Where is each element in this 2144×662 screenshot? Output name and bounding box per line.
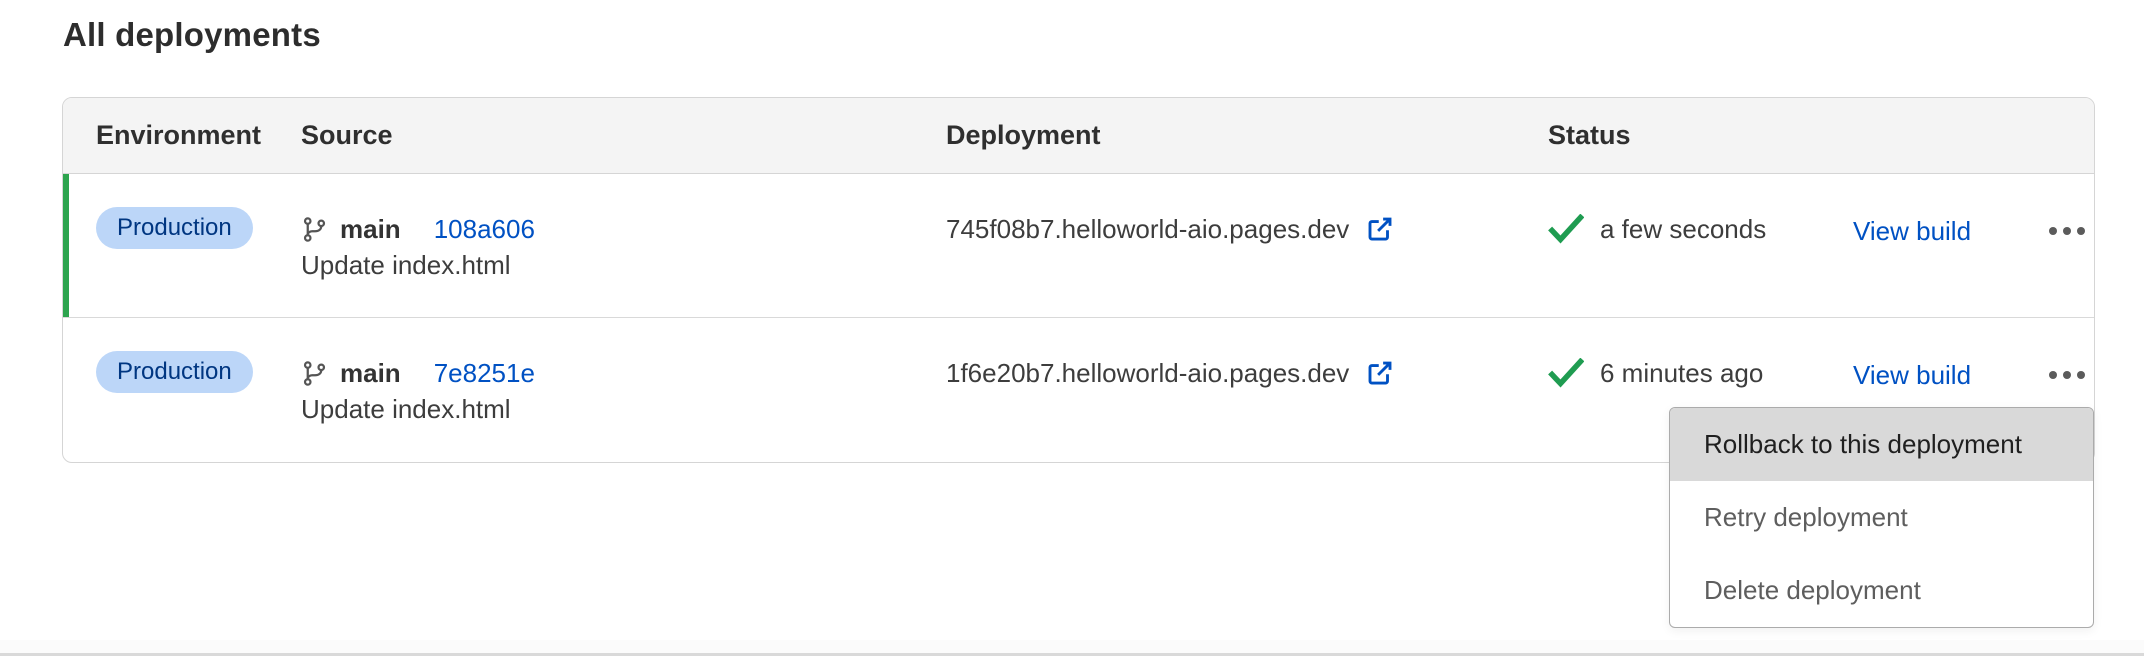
commit-link[interactable]: 108a606 <box>434 214 535 245</box>
check-icon <box>1548 358 1584 388</box>
check-icon <box>1548 214 1584 244</box>
commit-message: Update index.html <box>301 394 511 425</box>
external-link-icon[interactable] <box>1365 214 1395 244</box>
status-time: a few seconds <box>1600 214 1766 245</box>
branch-name: main <box>340 214 401 245</box>
column-header-status: Status <box>1548 98 1631 173</box>
deployment-cell: 745f08b7.helloworld-aio.pages.dev <box>946 213 1395 245</box>
external-link-icon[interactable] <box>1365 358 1395 388</box>
status-cell: 6 minutes ago <box>1548 357 1763 389</box>
view-build-link[interactable]: View build <box>1853 360 1971 391</box>
deployment-row: Production main 108a606 Update index.htm… <box>63 174 2094 318</box>
menu-item-retry[interactable]: Retry deployment <box>1670 481 2093 554</box>
page-bottom-band <box>0 640 2144 653</box>
source-cell: main 108a606 <box>301 213 535 245</box>
deployment-url: 1f6e20b7.helloworld-aio.pages.dev <box>946 358 1349 389</box>
more-actions-button[interactable] <box>2032 212 2102 250</box>
git-branch-icon <box>301 359 328 388</box>
page-bottom-divider <box>0 653 2144 656</box>
deployments-page: All deployments Environment Source Deplo… <box>0 0 2144 662</box>
table-header-row: Environment Source Deployment Status <box>63 98 2094 174</box>
page-title: All deployments <box>63 16 321 54</box>
current-deployment-indicator <box>63 174 69 317</box>
environment-badge: Production <box>96 207 253 249</box>
commit-message: Update index.html <box>301 250 511 281</box>
source-cell: main 7e8251e <box>301 357 535 389</box>
column-header-environment: Environment <box>96 98 261 173</box>
environment-badge: Production <box>96 351 253 393</box>
status-time: 6 minutes ago <box>1600 358 1763 389</box>
status-cell: a few seconds <box>1548 213 1766 245</box>
ellipsis-icon <box>2049 227 2057 235</box>
column-header-source: Source <box>301 98 393 173</box>
deployment-actions-menu: Rollback to this deployment Retry deploy… <box>1669 407 2094 628</box>
deployment-url: 745f08b7.helloworld-aio.pages.dev <box>946 214 1349 245</box>
deployment-cell: 1f6e20b7.helloworld-aio.pages.dev <box>946 357 1395 389</box>
ellipsis-icon <box>2049 371 2057 379</box>
git-branch-icon <box>301 215 328 244</box>
menu-item-delete[interactable]: Delete deployment <box>1670 554 2093 627</box>
more-actions-button[interactable] <box>2032 356 2102 394</box>
view-build-link[interactable]: View build <box>1853 216 1971 247</box>
menu-item-rollback[interactable]: Rollback to this deployment <box>1670 408 2093 481</box>
commit-link[interactable]: 7e8251e <box>434 358 535 389</box>
column-header-deployment: Deployment <box>946 98 1101 173</box>
branch-name: main <box>340 358 401 389</box>
